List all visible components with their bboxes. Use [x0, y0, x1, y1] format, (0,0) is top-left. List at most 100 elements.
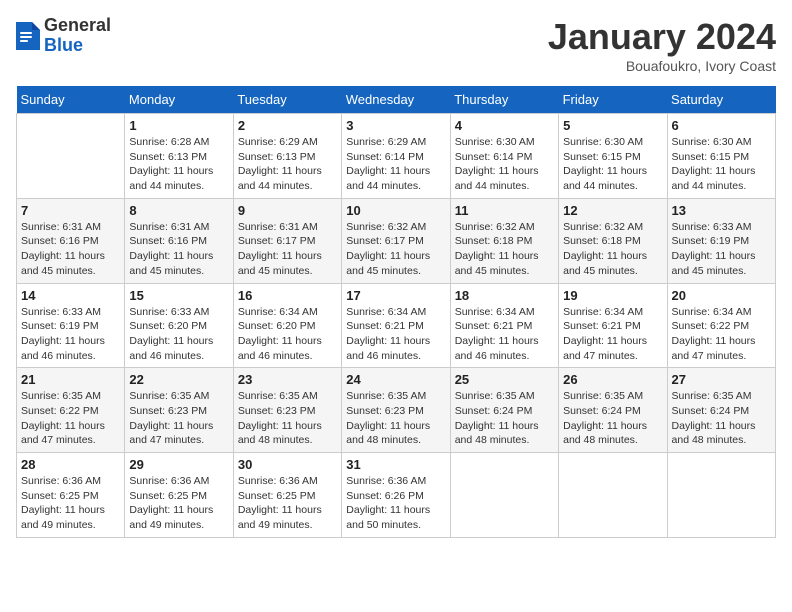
day-info: Sunrise: 6:30 AM Sunset: 6:15 PM Dayligh… [563, 135, 662, 194]
logo-blue-text: Blue [44, 36, 111, 56]
calendar-table: SundayMondayTuesdayWednesdayThursdayFrid… [16, 86, 776, 538]
calendar-cell: 7Sunrise: 6:31 AM Sunset: 6:16 PM Daylig… [17, 198, 125, 283]
day-info: Sunrise: 6:34 AM Sunset: 6:21 PM Dayligh… [455, 305, 554, 364]
day-number: 11 [455, 203, 554, 218]
day-info: Sunrise: 6:31 AM Sunset: 6:16 PM Dayligh… [129, 220, 228, 279]
day-info: Sunrise: 6:36 AM Sunset: 6:25 PM Dayligh… [238, 474, 337, 533]
day-info: Sunrise: 6:36 AM Sunset: 6:26 PM Dayligh… [346, 474, 445, 533]
day-number: 22 [129, 372, 228, 387]
calendar-cell: 11 Sunrise: 6:32 AM Sunset: 6:18 PM Dayli… [450, 198, 558, 283]
calendar-week-row: 1 Sunrise: 6:28 AM Sunset: 6:13 PM Daylig… [17, 114, 776, 199]
calendar-cell: 3 Sunrise: 6:29 AM Sunset: 6:14 PM Daylig… [342, 114, 450, 199]
day-number: 1 [129, 118, 228, 133]
calendar-cell: 22 Sunrise: 6:35 AM Sunset: 6:23 PM Dayli… [125, 368, 233, 453]
calendar-week-row: 14 Sunrise: 6:33 AM Sunset: 6:19 PM Dayli… [17, 283, 776, 368]
day-number: 17 [346, 288, 445, 303]
day-info: Sunrise: 6:34 AM Sunset: 6:21 PM Dayligh… [346, 305, 445, 364]
logo-icon [16, 22, 40, 50]
day-header-saturday: Saturday [667, 86, 775, 114]
day-info: Sunrise: 6:29 AM Sunset: 6:13 PM Dayligh… [238, 135, 337, 194]
calendar-cell: 17 Sunrise: 6:34 AM Sunset: 6:21 PM Dayli… [342, 283, 450, 368]
calendar-cell: 15Sunrise: 6:33 AM Sunset: 6:20 PM Dayli… [125, 283, 233, 368]
calendar-cell: 4Sunrise: 6:30 AM Sunset: 6:14 PM Daylig… [450, 114, 558, 199]
day-info: Sunrise: 6:35 AM Sunset: 6:24 PM Dayligh… [455, 389, 554, 448]
day-info: Sunrise: 6:28 AM Sunset: 6:13 PM Dayligh… [129, 135, 228, 194]
day-info: Sunrise: 6:35 AM Sunset: 6:24 PM Dayligh… [672, 389, 771, 448]
day-info: Sunrise: 6:36 AM Sunset: 6:25 PM Dayligh… [21, 474, 120, 533]
calendar-cell [667, 453, 775, 538]
day-info: Sunrise: 6:35 AM Sunset: 6:23 PM Dayligh… [238, 389, 337, 448]
day-info: Sunrise: 6:34 AM Sunset: 6:20 PM Dayligh… [238, 305, 337, 364]
day-header-tuesday: Tuesday [233, 86, 341, 114]
day-info: Sunrise: 6:34 AM Sunset: 6:22 PM Dayligh… [672, 305, 771, 364]
day-info: Sunrise: 6:30 AM Sunset: 6:15 PM Dayligh… [672, 135, 771, 194]
calendar-cell: 25 Sunrise: 6:35 AM Sunset: 6:24 PM Dayli… [450, 368, 558, 453]
calendar-cell: 18 Sunrise: 6:34 AM Sunset: 6:21 PM Dayli… [450, 283, 558, 368]
calendar-cell: 1 Sunrise: 6:28 AM Sunset: 6:13 PM Daylig… [125, 114, 233, 199]
day-number: 19 [563, 288, 662, 303]
calendar-week-row: 21Sunrise: 6:35 AM Sunset: 6:22 PM Dayli… [17, 368, 776, 453]
calendar-cell: 12 Sunrise: 6:32 AM Sunset: 6:18 PM Dayli… [559, 198, 667, 283]
calendar-cell [17, 114, 125, 199]
day-info: Sunrise: 6:35 AM Sunset: 6:23 PM Dayligh… [129, 389, 228, 448]
day-number: 14 [21, 288, 120, 303]
logo-text: General Blue [44, 16, 111, 56]
calendar-cell: 30Sunrise: 6:36 AM Sunset: 6:25 PM Dayli… [233, 453, 341, 538]
day-header-thursday: Thursday [450, 86, 558, 114]
calendar-cell: 26 Sunrise: 6:35 AM Sunset: 6:24 PM Dayli… [559, 368, 667, 453]
day-header-wednesday: Wednesday [342, 86, 450, 114]
day-number: 18 [455, 288, 554, 303]
day-number: 25 [455, 372, 554, 387]
calendar-cell: 27 Sunrise: 6:35 AM Sunset: 6:24 PM Dayli… [667, 368, 775, 453]
calendar-week-row: 7 Sunrise: 6:31 AM Sunset: 6:16 PM Daylig… [17, 198, 776, 283]
day-number: 13 [672, 203, 771, 218]
day-number: 6 [672, 118, 771, 133]
day-info: Sunrise: 6:32 AM Sunset: 6:17 PM Dayligh… [346, 220, 445, 279]
day-number: 3 [346, 118, 445, 133]
calendar-cell: 31Sunrise: 6:36 AM Sunset: 6:26 PM Dayli… [342, 453, 450, 538]
day-number: 16 [238, 288, 337, 303]
title-block: January 2024 Bouafoukro, Ivory Coast [548, 16, 776, 74]
day-number: 15 [129, 288, 228, 303]
day-info: Sunrise: 6:35 AM Sunset: 6:22 PM Dayligh… [21, 389, 120, 448]
day-info: Sunrise: 6:32 AM Sunset: 6:18 PM Dayligh… [563, 220, 662, 279]
day-number: 12 [563, 203, 662, 218]
day-number: 28 [21, 457, 120, 472]
logo-general-text: General [44, 16, 111, 36]
day-number: 27 [672, 372, 771, 387]
day-header-monday: Monday [125, 86, 233, 114]
day-info: Sunrise: 6:29 AM Sunset: 6:14 PM Dayligh… [346, 135, 445, 194]
day-info: Sunrise: 6:36 AM Sunset: 6:25 PM Dayligh… [129, 474, 228, 533]
day-number: 4 [455, 118, 554, 133]
day-info: Sunrise: 6:34 AM Sunset: 6:21 PM Dayligh… [563, 305, 662, 364]
calendar-cell: 9Sunrise: 6:31 AM Sunset: 6:17 PM Daylig… [233, 198, 341, 283]
day-header-sunday: Sunday [17, 86, 125, 114]
day-number: 10 [346, 203, 445, 218]
calendar-cell: 21Sunrise: 6:35 AM Sunset: 6:22 PM Dayli… [17, 368, 125, 453]
day-number: 2 [238, 118, 337, 133]
day-info: Sunrise: 6:33 AM Sunset: 6:19 PM Dayligh… [672, 220, 771, 279]
page-header: General Blue January 2024 Bouafoukro, Iv… [16, 16, 776, 74]
day-info: Sunrise: 6:33 AM Sunset: 6:19 PM Dayligh… [21, 305, 120, 364]
day-info: Sunrise: 6:35 AM Sunset: 6:24 PM Dayligh… [563, 389, 662, 448]
month-title: January 2024 [548, 16, 776, 58]
day-number: 7 [21, 203, 120, 218]
day-info: Sunrise: 6:32 AM Sunset: 6:18 PM Dayligh… [455, 220, 554, 279]
calendar-cell: 24Sunrise: 6:35 AM Sunset: 6:23 PM Dayli… [342, 368, 450, 453]
calendar-cell: 29 Sunrise: 6:36 AM Sunset: 6:25 PM Dayli… [125, 453, 233, 538]
calendar-cell: 20 Sunrise: 6:34 AM Sunset: 6:22 PM Dayli… [667, 283, 775, 368]
calendar-cell: 16 Sunrise: 6:34 AM Sunset: 6:20 PM Dayli… [233, 283, 341, 368]
calendar-cell: 14 Sunrise: 6:33 AM Sunset: 6:19 PM Dayli… [17, 283, 125, 368]
logo: General Blue [16, 16, 111, 56]
calendar-cell: 28 Sunrise: 6:36 AM Sunset: 6:25 PM Dayli… [17, 453, 125, 538]
calendar-cell: 2 Sunrise: 6:29 AM Sunset: 6:13 PM Daylig… [233, 114, 341, 199]
day-number: 29 [129, 457, 228, 472]
calendar-header-row: SundayMondayTuesdayWednesdayThursdayFrid… [17, 86, 776, 114]
day-number: 20 [672, 288, 771, 303]
calendar-cell: 13 Sunrise: 6:33 AM Sunset: 6:19 PM Dayli… [667, 198, 775, 283]
calendar-cell: 10 Sunrise: 6:32 AM Sunset: 6:17 PM Dayli… [342, 198, 450, 283]
calendar-cell: 23Sunrise: 6:35 AM Sunset: 6:23 PM Dayli… [233, 368, 341, 453]
calendar-cell: 19 Sunrise: 6:34 AM Sunset: 6:21 PM Dayli… [559, 283, 667, 368]
calendar-cell: 5Sunrise: 6:30 AM Sunset: 6:15 PM Daylig… [559, 114, 667, 199]
day-number: 26 [563, 372, 662, 387]
